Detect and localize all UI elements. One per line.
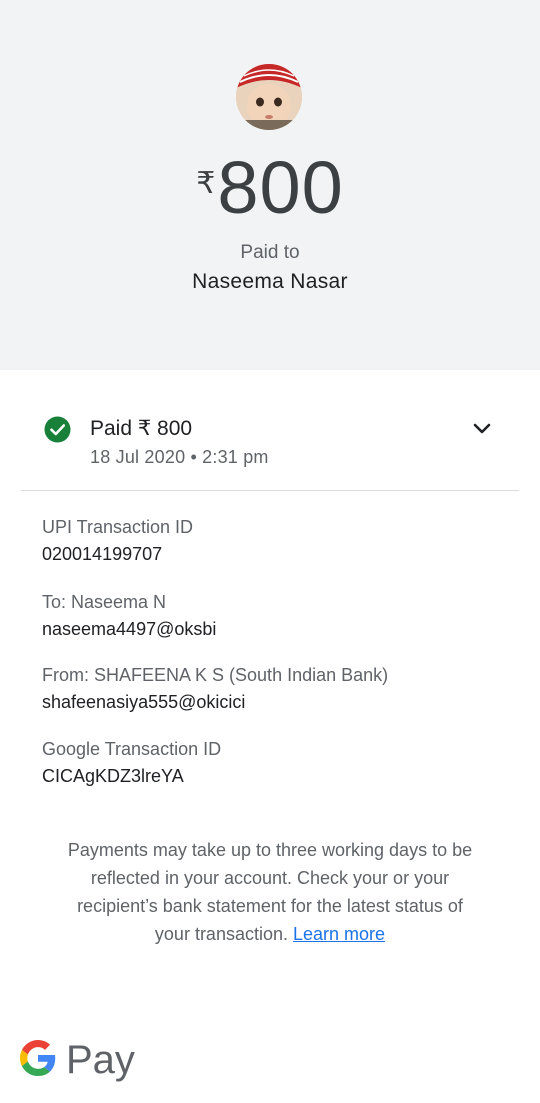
notice-text: Payments may take up to three working da…: [67, 840, 473, 944]
detail-label: UPI Transaction ID: [42, 517, 194, 537]
divider: [21, 490, 519, 491]
payment-header: ₹800 Paid to Naseema Nasar: [0, 0, 540, 370]
learn-more-link[interactable]: Learn more: [293, 924, 385, 944]
avatar: [236, 64, 302, 130]
status-date: 18 Jul 2020 • 2:31 pm: [90, 447, 269, 467]
detail-from: From: SHAFEENA K S (South Indian Bank) s…: [42, 663, 388, 715]
payment-amount: ₹800: [0, 146, 540, 230]
detail-google-transaction-id: Google Transaction ID CICAgKDZ3lreYA: [42, 737, 221, 789]
detail-upi-transaction-id: UPI Transaction ID 020014199707: [42, 515, 193, 567]
currency-symbol: ₹: [196, 167, 216, 200]
detail-value: 020014199707: [42, 544, 163, 564]
detail-to: To: Naseema N naseema4497@oksbi: [42, 590, 216, 642]
payment-status-row[interactable]: Paid ₹ 800 18 Jul 2020 • 2:31 pm: [0, 410, 540, 480]
processing-notice: Payments may take up to three working da…: [60, 836, 480, 948]
pay-wordmark: Pay: [66, 1038, 135, 1082]
detail-label: From: SHAFEENA K S (South Indian Bank): [42, 665, 389, 685]
amount-value: 800: [217, 146, 344, 229]
detail-label: To: Naseema N: [42, 592, 167, 612]
check-circle-icon: [44, 416, 71, 443]
payee-name: Naseema Nasar: [192, 270, 348, 293]
detail-value: naseema4497@oksbi: [42, 619, 217, 639]
detail-value: shafeenasiya555@okicici: [42, 692, 246, 712]
detail-label: Google Transaction ID: [42, 739, 222, 759]
paid-to-label: Paid to: [240, 242, 300, 263]
detail-value: CICAgKDZ3lreYA: [42, 766, 184, 786]
status-title: Paid ₹ 800: [90, 417, 193, 440]
google-g-icon: [20, 1040, 56, 1076]
chevron-down-icon[interactable]: [472, 422, 492, 436]
